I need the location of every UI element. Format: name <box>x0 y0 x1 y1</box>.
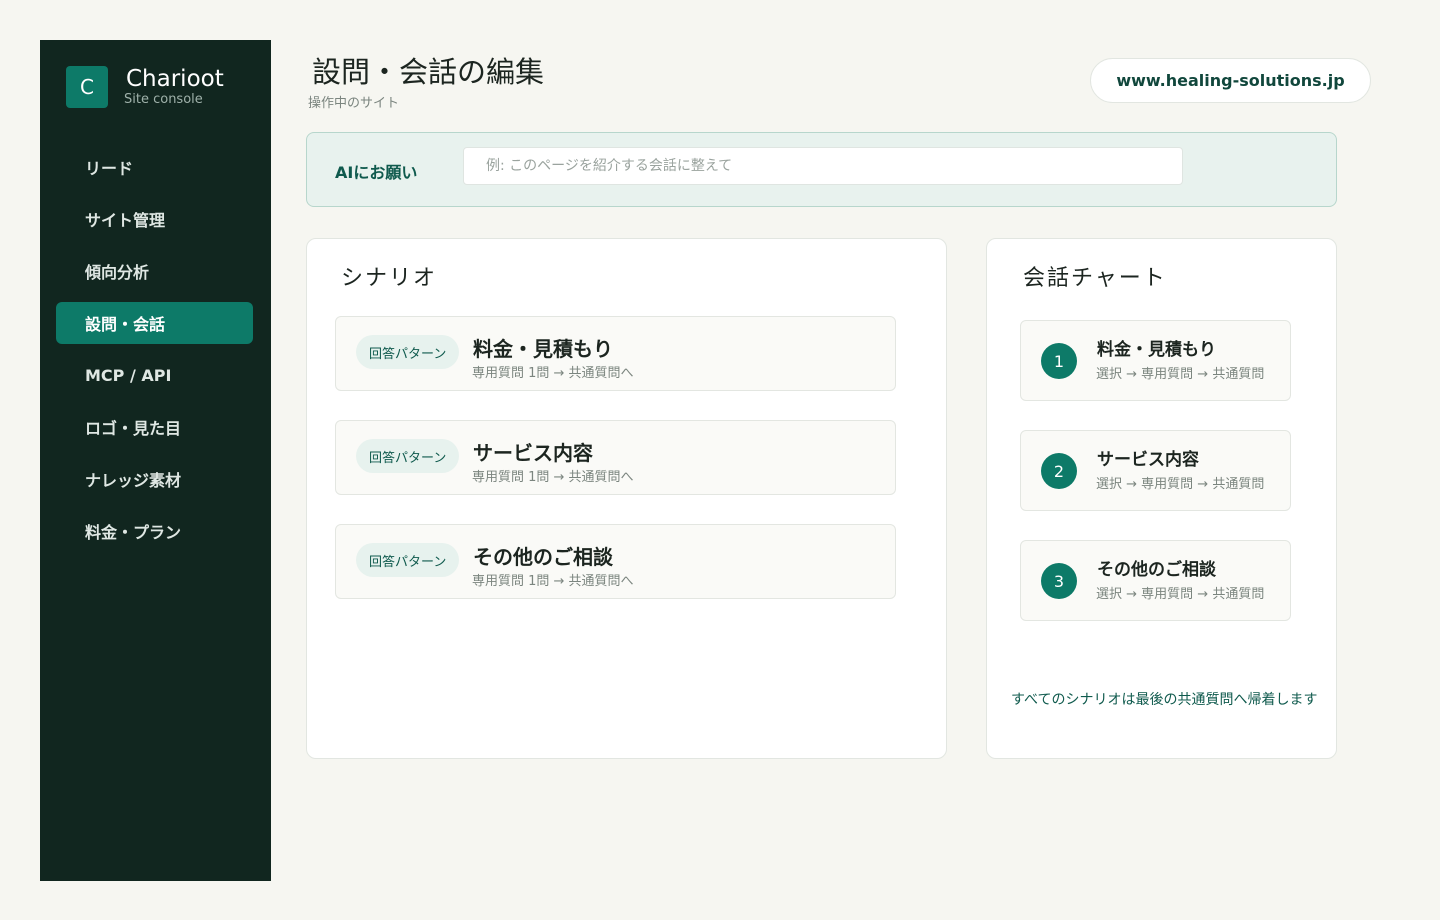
brand-logo: C <box>66 66 108 108</box>
sidebar-item-knowledge[interactable]: ナレッジ素材 <box>56 458 253 500</box>
step-number: 1 <box>1041 343 1077 379</box>
sidebar-nav: リード サイト管理 傾向分析 設問・会話 MCP / API ロゴ・見た目 ナレ… <box>56 146 253 562</box>
page-title: 設問・会話の編集 <box>312 55 545 89</box>
chart-step-1[interactable]: 1 料金・見積もり 選択 → 専用質問 → 共通質問 <box>1020 320 1291 401</box>
conversation-chart-panel: 会話チャート 1 料金・見積もり 選択 → 専用質問 → 共通質問 2 サービス… <box>986 238 1337 759</box>
step-name: サービス内容 <box>1097 450 1199 470</box>
sidebar-item-mcp-api[interactable]: MCP / API <box>56 354 253 396</box>
scenario-flow: 専用質問 1問 → 共通質問へ <box>472 470 634 485</box>
step-flow: 選択 → 専用質問 → 共通質問 <box>1096 367 1265 382</box>
brand[interactable]: C Charioot Site console <box>66 66 224 108</box>
ai-request-bar: AIにお願い <box>306 132 1337 207</box>
scenario-card-pricing[interactable]: 回答パターン 料金・見積もり 専用質問 1問 → 共通質問へ <box>335 316 896 391</box>
step-flow: 選択 → 専用質問 → 共通質問 <box>1096 587 1265 602</box>
pattern-badge: 回答パターン <box>356 335 460 369</box>
chart-step-3[interactable]: 3 その他のご相談 選択 → 専用質問 → 共通質問 <box>1020 540 1291 621</box>
brand-name: Charioot <box>126 66 224 92</box>
step-flow: 選択 → 専用質問 → 共通質問 <box>1096 477 1265 492</box>
scenario-flow: 専用質問 1問 → 共通質問へ <box>472 366 634 381</box>
sidebar-item-logo-appearance[interactable]: ロゴ・見た目 <box>56 406 253 448</box>
sidebar: C Charioot Site console リード サイト管理 傾向分析 設… <box>40 40 271 881</box>
scenario-card-service[interactable]: 回答パターン サービス内容 専用質問 1問 → 共通質問へ <box>335 420 896 495</box>
scenario-name: その他のご相談 <box>473 545 613 569</box>
pattern-badge: 回答パターン <box>356 543 460 577</box>
pattern-badge: 回答パターン <box>356 439 460 473</box>
sidebar-item-site-management[interactable]: サイト管理 <box>56 198 253 240</box>
scenario-name: 料金・見積もり <box>473 337 613 361</box>
chart-panel-title: 会話チャート <box>1023 266 1167 291</box>
scenario-panel-title: シナリオ <box>341 266 438 291</box>
scenario-name: サービス内容 <box>473 441 593 465</box>
sidebar-item-questions-conversation[interactable]: 設問・会話 <box>56 302 253 344</box>
sidebar-item-trend-analysis[interactable]: 傾向分析 <box>56 250 253 292</box>
chart-note: すべてのシナリオは最後の共通質問へ帰着します <box>1011 692 1318 708</box>
step-name: その他のご相談 <box>1097 560 1216 580</box>
brand-text: Charioot Site console <box>124 66 224 108</box>
site-selector[interactable]: www.healing-solutions.jp <box>1090 58 1371 103</box>
page-subtitle: 操作中のサイト <box>308 96 400 111</box>
scenario-panel: シナリオ 回答パターン 料金・見積もり 専用質問 1問 → 共通質問へ 回答パタ… <box>306 238 947 759</box>
step-name: 料金・見積もり <box>1097 340 1216 360</box>
step-number: 3 <box>1041 563 1077 599</box>
chart-step-2[interactable]: 2 サービス内容 選択 → 専用質問 → 共通質問 <box>1020 430 1291 511</box>
scenario-flow: 専用質問 1問 → 共通質問へ <box>472 574 634 589</box>
step-number: 2 <box>1041 453 1077 489</box>
sidebar-item-pricing-plan[interactable]: 料金・プラン <box>56 510 253 552</box>
ai-request-input[interactable] <box>463 147 1183 185</box>
scenario-card-other[interactable]: 回答パターン その他のご相談 専用質問 1問 → 共通質問へ <box>335 524 896 599</box>
sidebar-item-leads[interactable]: リード <box>56 146 253 188</box>
brand-subtitle: Site console <box>124 92 203 107</box>
ai-request-label: AIにお願い <box>335 163 418 182</box>
